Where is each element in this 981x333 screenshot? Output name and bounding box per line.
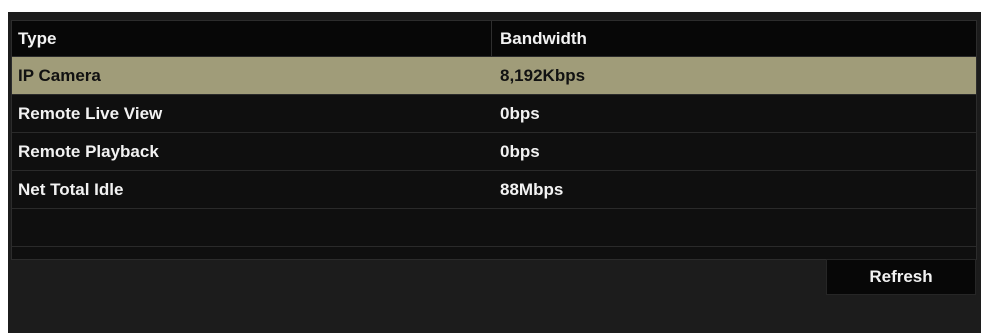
row-type-cell: Remote Playback xyxy=(18,141,159,161)
row-bandwidth-cell: 0bps xyxy=(500,103,540,123)
row-bandwidth-cell: 88Mbps xyxy=(500,179,564,199)
row-bandwidth-cell: 0bps xyxy=(500,141,540,161)
bandwidth-table: Type Bandwidth IP Camera 8,192Kbps Remot… xyxy=(11,20,977,260)
column-header-type[interactable]: Type xyxy=(12,21,492,56)
row-type-cell: Net Total Idle xyxy=(18,179,124,199)
refresh-button[interactable]: Refresh xyxy=(826,259,976,295)
table-row-ip-camera[interactable]: IP Camera 8,192Kbps xyxy=(12,57,976,95)
table-row-empty xyxy=(12,209,976,247)
row-type-cell: Remote Live View xyxy=(18,103,163,123)
table-row-remote-playback[interactable]: Remote Playback 0bps xyxy=(12,133,976,171)
row-bandwidth-cell: 8,192Kbps xyxy=(500,65,586,85)
row-type-cell: IP Camera xyxy=(18,65,101,85)
network-bandwidth-panel: Type Bandwidth IP Camera 8,192Kbps Remot… xyxy=(8,12,981,333)
table-row-remote-live-view[interactable]: Remote Live View 0bps xyxy=(12,95,976,133)
column-header-bandwidth[interactable]: Bandwidth xyxy=(492,21,974,56)
table-header: Type Bandwidth xyxy=(12,21,976,57)
table-row-net-total-idle[interactable]: Net Total Idle 88Mbps xyxy=(12,171,976,209)
